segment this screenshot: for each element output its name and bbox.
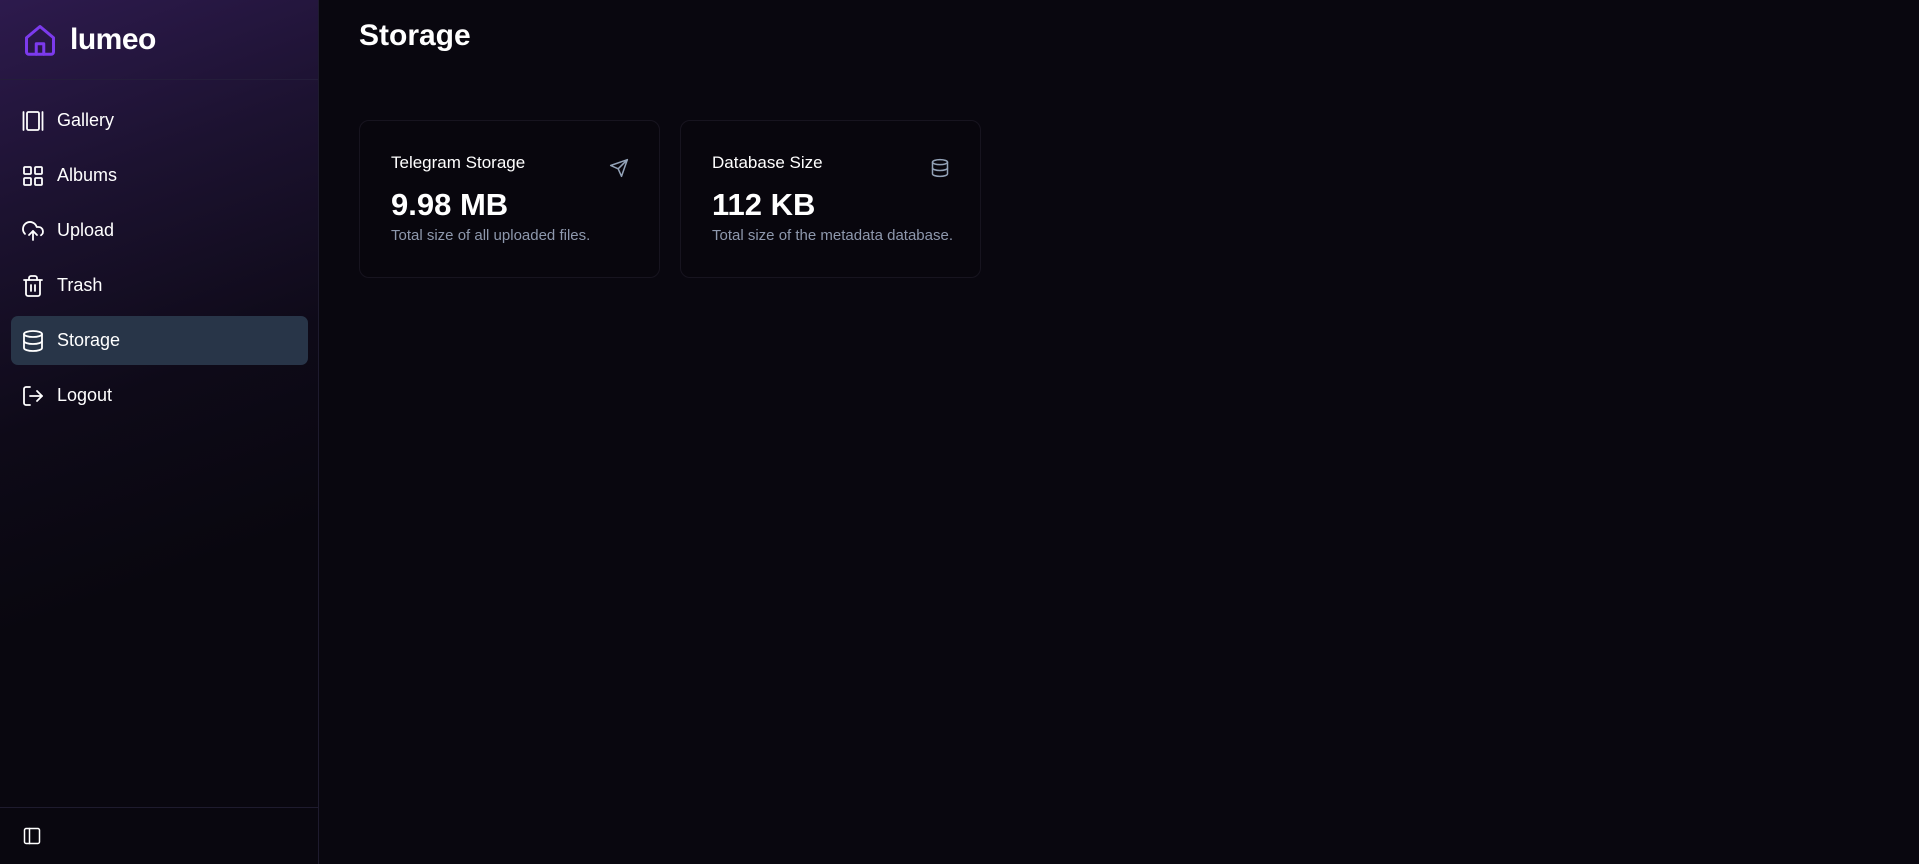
send-icon — [608, 157, 630, 179]
sidebar-item-trash[interactable]: Trash — [11, 261, 308, 310]
app-root: lumeo Gallery Albums Upload Trash Storag… — [0, 0, 1919, 864]
sidebar-item-label: Trash — [57, 275, 103, 295]
main-content: Storage Telegram Storage 9.98 MB Total s… — [319, 0, 1919, 864]
storage-cards: Telegram Storage 9.98 MB Total size of a… — [359, 120, 981, 278]
database-icon — [929, 157, 951, 179]
telegram-storage-card: Telegram Storage 9.98 MB Total size of a… — [359, 120, 660, 278]
gallery-icon — [21, 109, 45, 133]
database-icon — [21, 329, 45, 353]
sidebar-item-albums[interactable]: Albums — [11, 151, 308, 200]
sidebar-item-gallery[interactable]: Gallery — [11, 96, 308, 145]
sidebar: lumeo Gallery Albums Upload Trash Storag… — [0, 0, 319, 864]
sidebar-item-label: Gallery — [57, 110, 115, 130]
card-value: 9.98 MB — [391, 187, 509, 222]
sidebar-footer — [0, 807, 318, 864]
sidebar-item-label: Albums — [57, 165, 118, 185]
sidebar-item-storage[interactable]: Storage — [11, 316, 308, 365]
sidebar-item-label: Upload — [57, 220, 115, 240]
sidebar-item-label: Storage — [57, 330, 121, 350]
trash-icon — [21, 274, 45, 298]
sidebar-item-label: Logout — [57, 385, 113, 405]
card-value: 112 KB — [712, 187, 816, 222]
app-logo-text[interactable]: lumeo — [70, 23, 156, 57]
sidebar-toggle-icon[interactable] — [21, 825, 43, 847]
sidebar-item-upload[interactable]: Upload — [11, 206, 308, 255]
logout-icon — [21, 384, 45, 408]
card-description: Total size of all uploaded files. — [391, 227, 591, 244]
sidebar-nav: Gallery Albums Upload Trash Storage Logo… — [0, 80, 318, 426]
cloud-upload-icon — [21, 219, 45, 243]
sidebar-header: lumeo — [0, 0, 318, 80]
page-title: Storage — [359, 19, 471, 52]
card-description: Total size of the metadata database. — [712, 227, 953, 244]
home-icon — [22, 22, 58, 58]
sidebar-item-logout[interactable]: Logout — [11, 371, 308, 420]
albums-grid-icon — [21, 164, 45, 188]
database-size-card: Database Size 112 KB Total size of the m… — [680, 120, 981, 278]
